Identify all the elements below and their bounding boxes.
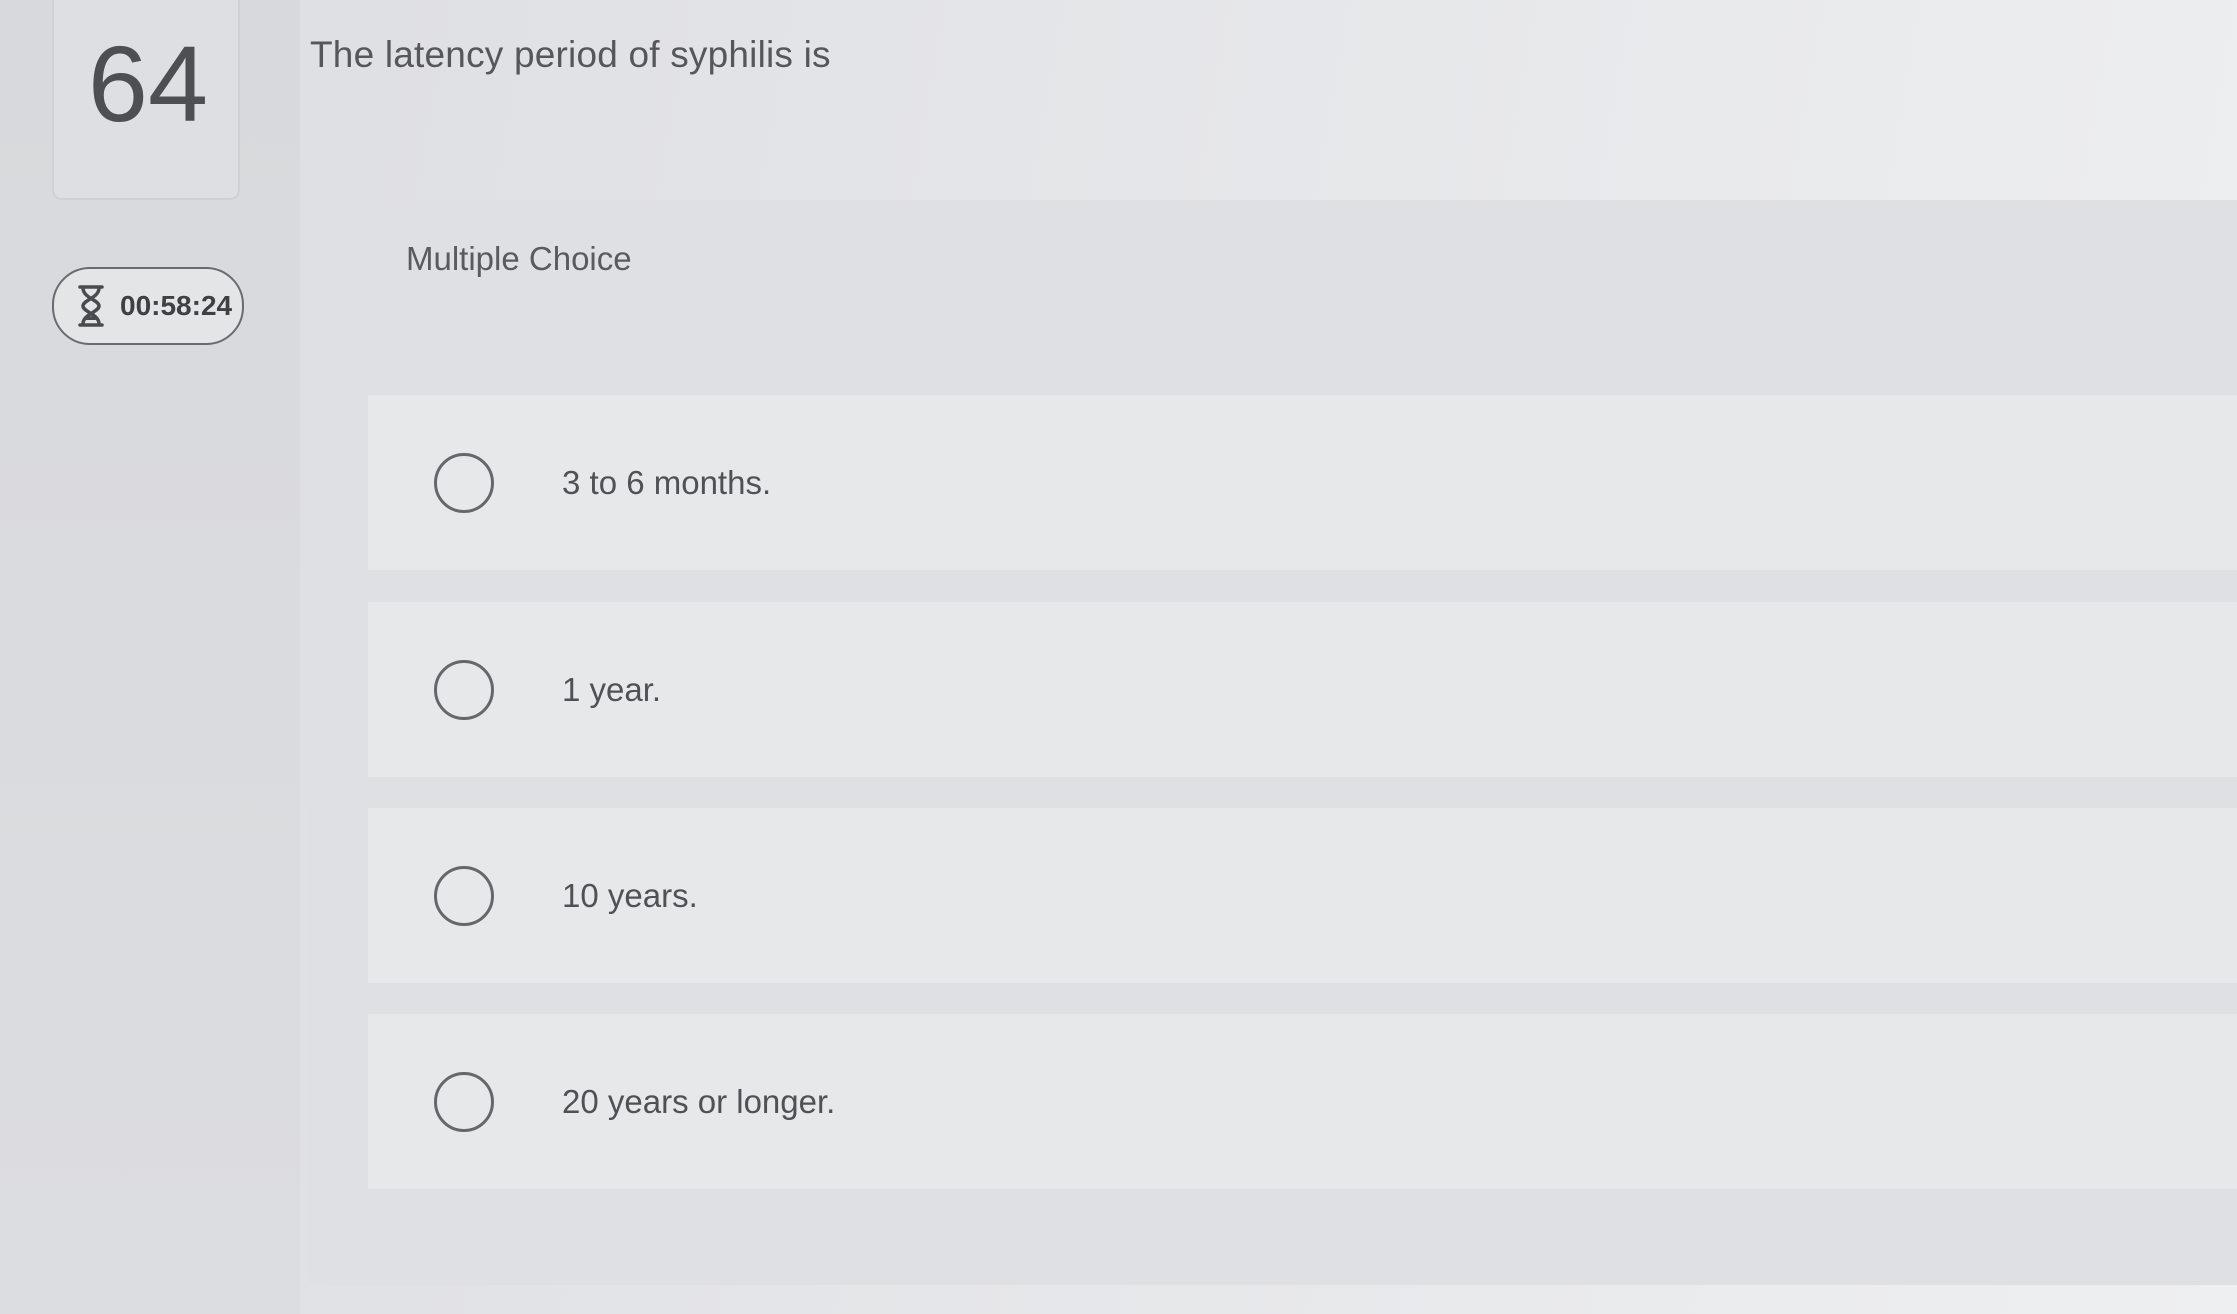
radio-button[interactable] xyxy=(434,452,494,513)
question-type-label: Multiple Choice xyxy=(406,240,632,277)
option-label: 3 to 6 months. xyxy=(562,463,772,501)
option-label: 1 year. xyxy=(562,670,662,708)
hourglass-icon xyxy=(76,284,106,328)
question-prompt: The latency period of syphilis is xyxy=(310,34,831,75)
answer-option-3[interactable]: 10 years. xyxy=(368,808,2237,983)
answer-panel: Multiple Choice 3 to 6 months. 1 year. 1… xyxy=(308,200,2237,1285)
radio-button[interactable] xyxy=(434,1071,494,1132)
answer-option-4[interactable]: 20 years or longer. xyxy=(368,1014,2237,1189)
radio-button[interactable] xyxy=(434,659,494,720)
timer-badge[interactable]: 00:58:24 xyxy=(52,267,244,345)
answer-option-1[interactable]: 3 to 6 months. xyxy=(368,395,2237,570)
question-number: 64 xyxy=(87,23,209,144)
timer-value: 00:58:24 xyxy=(120,290,233,321)
option-label: 10 years. xyxy=(562,876,698,914)
radio-button[interactable] xyxy=(434,865,494,926)
answer-option-2[interactable]: 1 year. xyxy=(368,602,2237,777)
option-label: 20 years or longer. xyxy=(562,1082,836,1120)
question-number-box: 64 xyxy=(52,0,240,200)
